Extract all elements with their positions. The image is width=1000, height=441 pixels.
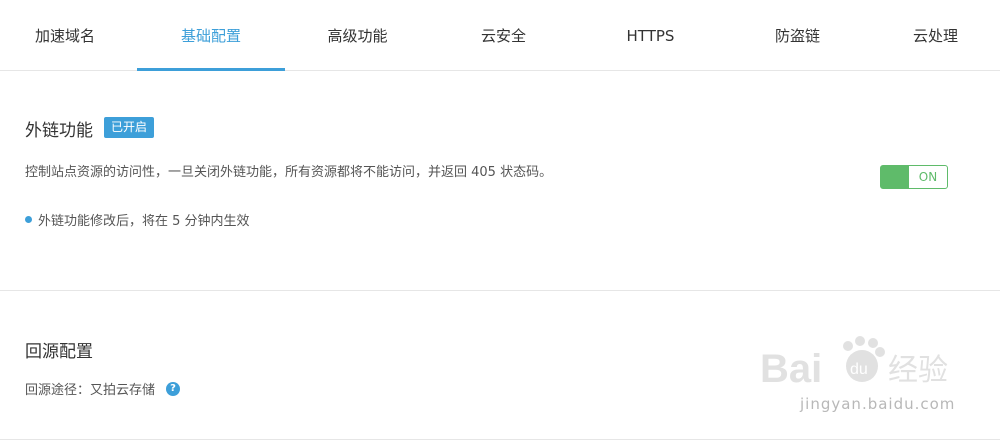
toggle-label: ON — [918, 170, 938, 184]
page: 加速域名 基础配置 高级功能 云安全 HTTPS 防盗链 云处理 外链功能 已开… — [0, 0, 1000, 441]
status-badge: 已开启 — [104, 117, 155, 138]
origin-title: 回源配置 — [25, 342, 93, 362]
note-text: 外链功能修改后，将在 5 分钟内生效 — [38, 214, 250, 229]
external-link-description: 控制站点资源的访问性，一旦关闭外链功能，所有资源都将不能访问，并返回 405 状… — [25, 165, 553, 180]
origin-path: 回源途径：又拍云存储 ? — [25, 379, 181, 398]
origin-path-text: 回源途径：又拍云存储 — [25, 383, 156, 398]
external-link-title: 外链功能 — [25, 121, 93, 141]
tab-domain[interactable]: 加速域名 — [0, 0, 130, 70]
bullet-dot-icon — [25, 216, 32, 223]
tab-hotlink[interactable]: 防盗链 — [724, 0, 871, 70]
tab-https[interactable]: HTTPS — [577, 0, 724, 70]
watermark-url: jingyan.baidu.com — [800, 395, 956, 413]
external-link-section: 外链功能 已开启 控制站点资源的访问性，一旦关闭外链功能，所有资源都将不能访问，… — [0, 71, 1000, 291]
external-link-toggle[interactable]: ON — [880, 165, 948, 189]
external-link-note: 外链功能修改后，将在 5 分钟内生效 — [25, 210, 250, 229]
tab-bar: 加速域名 基础配置 高级功能 云安全 HTTPS 防盗链 云处理 — [0, 0, 1000, 71]
question-circle-icon[interactable]: ? — [166, 381, 181, 396]
toggle-knob — [881, 166, 909, 188]
tab-basic-config[interactable]: 基础配置 — [137, 0, 285, 71]
tab-advanced[interactable]: 高级功能 — [285, 0, 430, 70]
tab-cloud-processing[interactable]: 云处理 — [871, 0, 1000, 70]
tab-cloud-security[interactable]: 云安全 — [430, 0, 577, 70]
origin-section: 回源配置 回源途径：又拍云存储 ? — [0, 292, 1000, 440]
